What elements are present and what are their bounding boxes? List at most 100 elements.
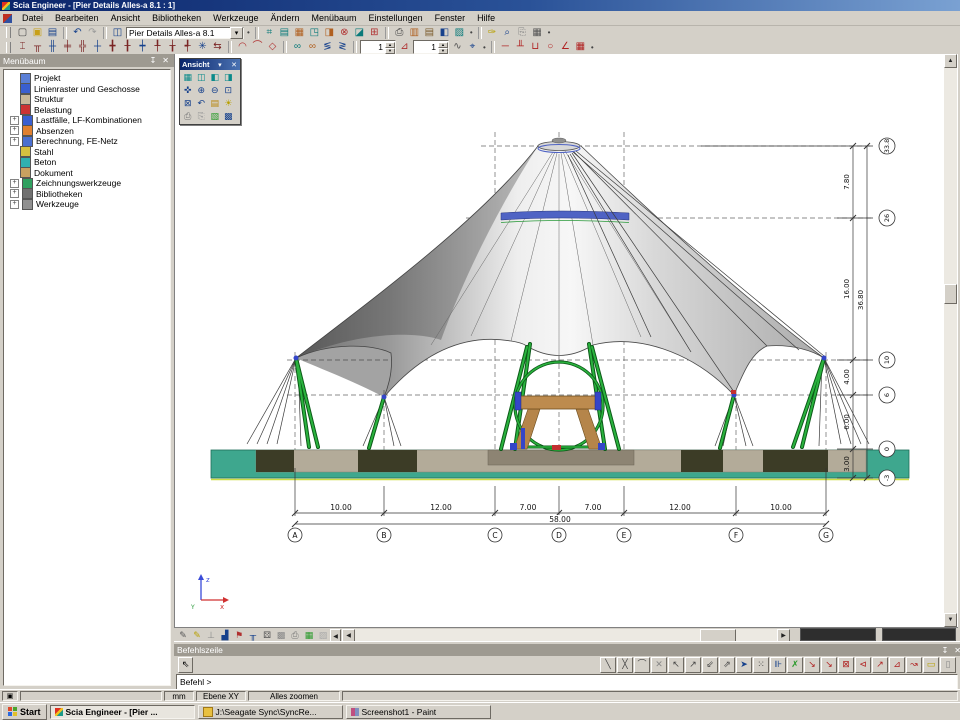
- spinner-arrows[interactable]: ▲▼: [385, 42, 395, 52]
- mdi-child-icon[interactable]: [3, 14, 12, 23]
- menu-item[interactable]: Einstellungen: [363, 12, 429, 24]
- toolbar-icon[interactable]: ⌖: [465, 41, 480, 54]
- toolbar-icon[interactable]: ≷: [335, 41, 350, 54]
- toolbar-icon[interactable]: ∞: [305, 41, 320, 54]
- toolbar-icon[interactable]: ⊥: [204, 629, 218, 641]
- palette-icon[interactable]: ↶: [195, 97, 209, 110]
- snap-icon[interactable]: ↗: [872, 657, 888, 673]
- tree-item[interactable]: Beton: [10, 157, 170, 168]
- toolbar-icon[interactable]: ╁: [165, 41, 180, 54]
- toolbar-icon[interactable]: ○: [543, 41, 558, 54]
- drawing-canvas[interactable]: 10.00 12.00 7.00 7.00 12.00 10.00 58.00 …: [174, 54, 958, 627]
- status-units[interactable]: mm: [164, 691, 194, 701]
- chevron-down-icon[interactable]: ▾: [217, 61, 223, 69]
- palette-icon[interactable]: ⊕: [195, 84, 209, 97]
- toolbar-icon[interactable]: ∿: [450, 41, 465, 54]
- menu-item[interactable]: Werkzeuge: [207, 12, 264, 24]
- expand-icon[interactable]: +: [10, 116, 19, 125]
- close-icon[interactable]: ✕: [952, 646, 960, 655]
- toolbar-icon[interactable]: ▤: [45, 26, 60, 39]
- toolbar-icon[interactable]: ▥: [407, 26, 422, 39]
- expand-icon[interactable]: [10, 106, 17, 113]
- toolbar-icon[interactable]: ▦: [530, 26, 545, 39]
- toolbar-icon[interactable]: ↶: [70, 26, 85, 39]
- tree-item[interactable]: + Bibliotheken: [10, 189, 170, 200]
- vscroll-thumb[interactable]: [944, 284, 957, 304]
- snap-icon[interactable]: ↝: [906, 657, 922, 673]
- toolbar-icon[interactable]: ╋: [105, 41, 120, 54]
- toolbar-icon[interactable]: ✳: [195, 41, 210, 54]
- palette-icon[interactable]: ▦: [181, 71, 195, 84]
- snap-icon[interactable]: ✗: [787, 657, 803, 673]
- snap-icon[interactable]: ⇗: [719, 657, 735, 673]
- toolbar-icon[interactable]: ⇆: [210, 41, 225, 54]
- expand-icon[interactable]: [10, 148, 17, 155]
- snap-icon[interactable]: ↗: [685, 657, 701, 673]
- snap-icon[interactable]: ⌒: [634, 657, 650, 673]
- docked-pane-dark[interactable]: [882, 628, 956, 641]
- toolbar-icon[interactable]: ▟: [218, 629, 232, 641]
- expand-icon[interactable]: [10, 75, 17, 82]
- project-combo[interactable]: Pier Details Alles-a 8.1 ▾: [126, 27, 244, 39]
- palette-icon[interactable]: ⎙: [181, 110, 195, 123]
- taskbar-task-explorer[interactable]: J:\Seagate Sync\SyncRe...: [198, 705, 343, 719]
- snap-icon[interactable]: ⊿: [889, 657, 905, 673]
- toolbar-icon[interactable]: ⌗: [262, 26, 277, 39]
- palette-icon[interactable]: ✜: [181, 84, 195, 97]
- toolbar-icon[interactable]: ▤: [422, 26, 437, 39]
- snap-icon[interactable]: ⁙: [753, 657, 769, 673]
- horizontal-scrollbar[interactable]: ◀ ▶: [342, 629, 790, 641]
- toolbar-icon[interactable]: ╥: [246, 629, 260, 641]
- spinner-arrows[interactable]: ▲▼: [438, 42, 448, 52]
- toolbar-icon[interactable]: ◠: [235, 41, 250, 54]
- palette-icon[interactable]: ⊡: [222, 84, 236, 97]
- expand-icon[interactable]: [10, 169, 17, 176]
- menu-item[interactable]: Ansicht: [105, 12, 147, 24]
- dock-tab-icon[interactable]: ▣: [2, 691, 18, 701]
- toolbar-icon[interactable]: ▢: [15, 26, 30, 39]
- menu-item[interactable]: Datei: [16, 12, 49, 24]
- expand-icon[interactable]: +: [10, 189, 19, 198]
- expand-icon[interactable]: [10, 96, 17, 103]
- toolbar-icon[interactable]: ╬: [75, 41, 90, 54]
- taskbar-task-scia[interactable]: Scia Engineer - [Pier ...: [50, 705, 195, 719]
- menu-item[interactable]: Bearbeiten: [49, 12, 105, 24]
- expand-icon[interactable]: [10, 159, 17, 166]
- expand-icon[interactable]: +: [10, 126, 19, 135]
- toolbar-icon[interactable]: ⌕: [500, 26, 515, 39]
- toolbar-icon[interactable]: ▦: [292, 26, 307, 39]
- palette-header[interactable]: Ansicht ▾ ✕: [180, 59, 240, 70]
- toolbar-icon[interactable]: ✎: [190, 629, 204, 641]
- menu-item[interactable]: Fenster: [429, 12, 472, 24]
- tree-item[interactable]: Projekt: [10, 73, 170, 84]
- palette-icon[interactable]: ☀: [222, 97, 236, 110]
- scroll-down-icon[interactable]: ▼: [944, 613, 957, 627]
- toolbar-icon[interactable]: ▤: [277, 26, 292, 39]
- toolbar-icon[interactable]: ▦: [573, 41, 588, 54]
- palette-icon[interactable]: ◨: [222, 71, 236, 84]
- snap-icon[interactable]: ↘: [821, 657, 837, 673]
- snap-icon[interactable]: ↘: [804, 657, 820, 673]
- expand-icon[interactable]: +: [10, 179, 19, 188]
- palette-icon[interactable]: ⊖: [208, 84, 222, 97]
- menu-item[interactable]: Bibliotheken: [146, 12, 207, 24]
- toolbar-icon[interactable]: ⊞: [367, 26, 382, 39]
- close-icon[interactable]: ✕: [160, 56, 171, 65]
- toolbar-icon[interactable]: ╀: [150, 41, 165, 54]
- snap-icon[interactable]: ⊠: [838, 657, 854, 673]
- palette-icon[interactable]: ▧: [208, 110, 222, 123]
- start-button[interactable]: Start: [2, 704, 47, 720]
- tree-item[interactable]: + Zeichnungswerkzeuge: [10, 178, 170, 189]
- toolbar-icon[interactable]: ▨: [452, 26, 467, 39]
- menubaum-header[interactable]: Menübaum ↧ ✕: [0, 54, 174, 67]
- palette-icon[interactable]: ▤: [208, 97, 222, 110]
- expand-icon[interactable]: +: [10, 200, 19, 209]
- snap-icon[interactable]: ╳: [617, 657, 633, 673]
- toolbar-icon[interactable]: ┼: [90, 41, 105, 54]
- toolbar-icon[interactable]: ✎: [176, 629, 190, 641]
- toolbar-icon[interactable]: ⎙: [288, 629, 302, 641]
- toolbar-icon[interactable]: ⎘: [515, 26, 530, 39]
- toolbar-icon[interactable]: ◪: [352, 26, 367, 39]
- toolbar-icon[interactable]: ⊔: [528, 41, 543, 54]
- tree-item[interactable]: + Berechnung, FE-Netz: [10, 136, 170, 147]
